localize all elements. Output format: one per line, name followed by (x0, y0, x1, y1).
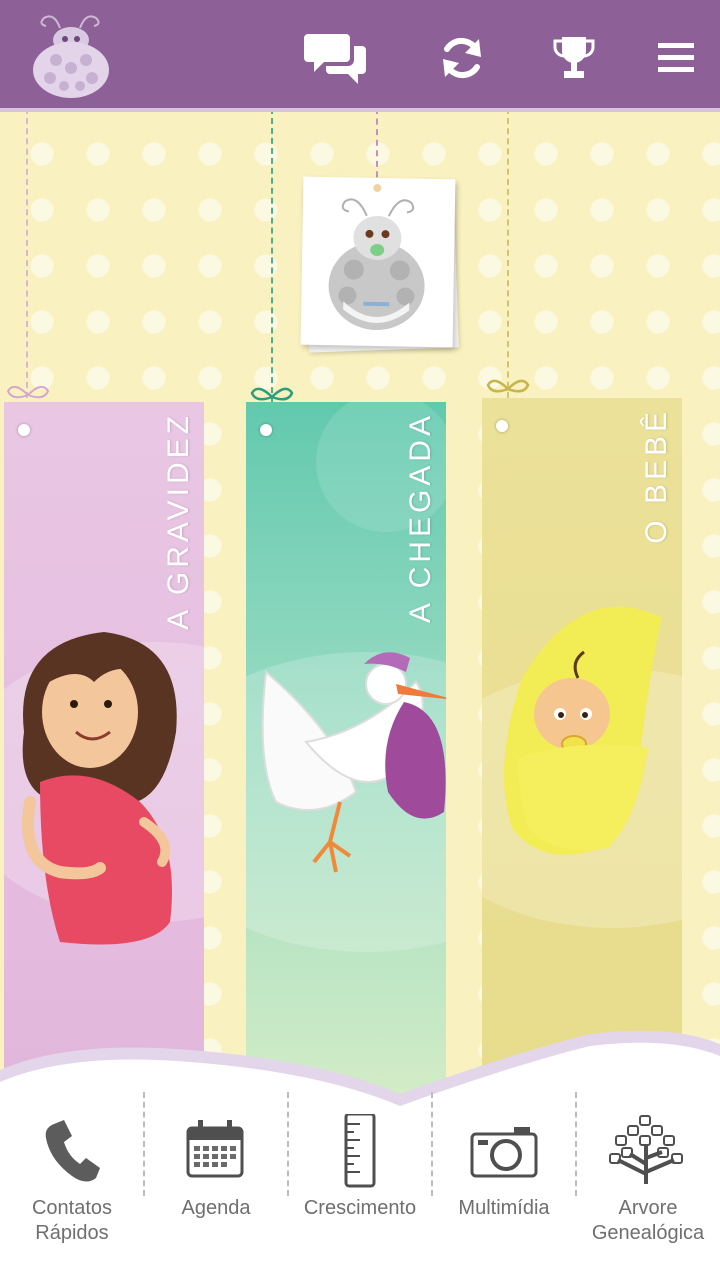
card-label: A GRAVIDEZ (162, 412, 195, 630)
card-o-bebe[interactable]: O BEBÊ (482, 398, 682, 1098)
card-string (26, 108, 28, 398)
card-a-gravidez[interactable]: A GRAVIDEZ (4, 402, 204, 1102)
trophy-icon (553, 37, 595, 78)
nav-contatos-rapidos[interactable]: Contatos Rápidos (0, 1088, 144, 1280)
nav-crescimento[interactable]: Crescimento (287, 1088, 432, 1280)
nav-label: Contatos Rápidos (31, 1197, 113, 1244)
top-bar (0, 0, 720, 108)
photo-string (376, 108, 378, 188)
baby-ladybug-icon (328, 183, 425, 330)
phone-icon (45, 1120, 100, 1182)
card-hole (496, 420, 508, 432)
ladybug-logo-icon[interactable] (26, 6, 116, 102)
card-hole (18, 424, 30, 436)
card-string (507, 108, 509, 418)
family-tree-icon (609, 1115, 683, 1184)
card-a-chegada[interactable]: A CHEGADA (246, 402, 446, 1102)
chat-icon (304, 34, 366, 84)
camera-icon (470, 1127, 538, 1178)
nav-label: Agenda (181, 1197, 251, 1219)
nav-label: Multimídia (458, 1197, 550, 1219)
ruler-icon (344, 1114, 376, 1188)
card-label: O BEBÊ (640, 408, 673, 544)
menu-button[interactable] (644, 26, 708, 90)
calendar-icon (186, 1120, 244, 1178)
bow-icon (6, 385, 50, 399)
nav-label: Arvore Genealógica (591, 1197, 705, 1244)
nav-label: Crescimento (303, 1197, 417, 1219)
card-string (271, 108, 273, 433)
trophy-button[interactable] (542, 26, 606, 90)
nav-multimidia[interactable]: Multimídia (431, 1088, 576, 1280)
nav-arvore-genealogica[interactable]: Arvore Genealógica (575, 1088, 720, 1280)
bow-icon (250, 387, 294, 401)
card-label: A CHEGADA (404, 412, 437, 624)
menu-icon (658, 43, 694, 72)
bow-icon (486, 379, 530, 393)
chat-button[interactable] (304, 26, 368, 90)
refresh-icon (443, 37, 481, 79)
refresh-button[interactable] (430, 26, 494, 90)
hanging-photo[interactable] (300, 176, 456, 348)
card-hole (260, 424, 272, 436)
nav-agenda[interactable]: Agenda (143, 1088, 288, 1280)
bottom-nav: Contatos Rápidos Agenda Crescimento Mult… (0, 1088, 720, 1280)
